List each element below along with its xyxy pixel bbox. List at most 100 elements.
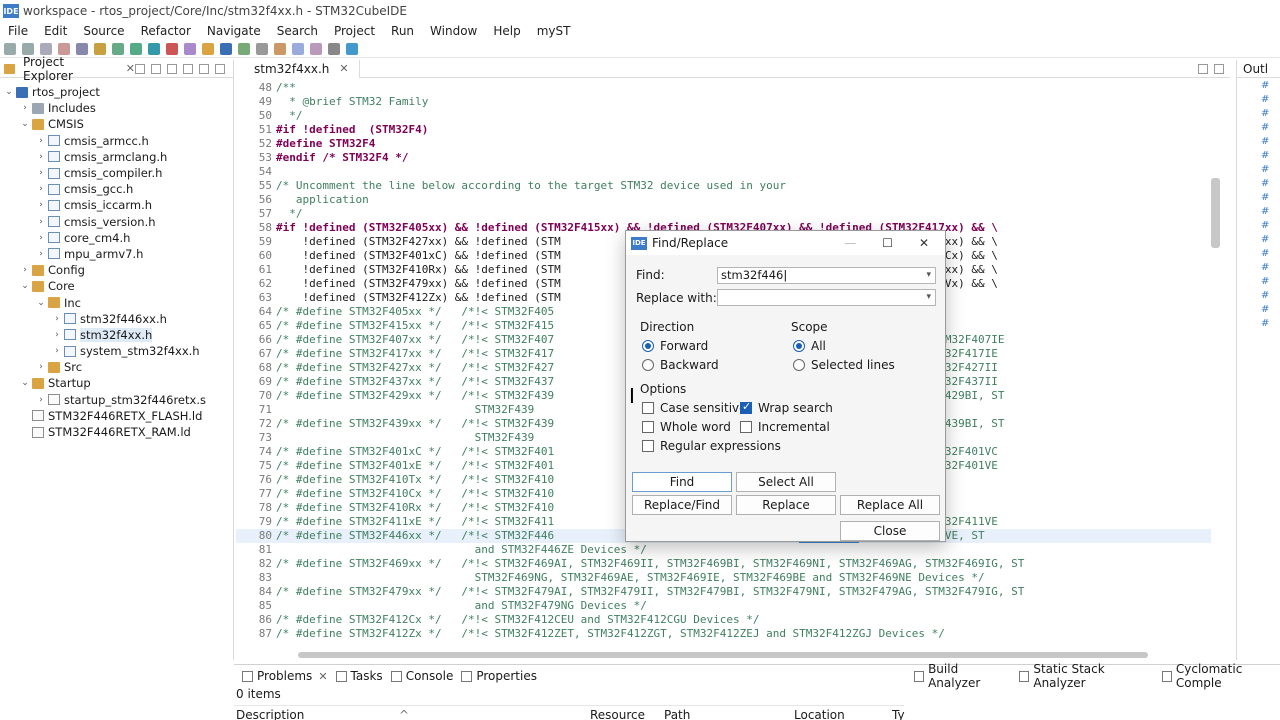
toolbar-button-icon[interactable] xyxy=(148,42,160,55)
toolbar-button-icon[interactable] xyxy=(238,42,250,55)
outline-item-icon[interactable]: # xyxy=(1237,218,1280,232)
chevron-right-icon[interactable]: › xyxy=(36,200,46,210)
column-type[interactable]: Ty xyxy=(892,708,905,720)
chevron-right-icon[interactable]: › xyxy=(36,395,46,405)
menu-run[interactable]: Run xyxy=(391,24,414,38)
outline-item-icon[interactable]: # xyxy=(1237,246,1280,260)
toolbar-button-icon[interactable] xyxy=(202,42,214,55)
chevron-right-icon[interactable]: › xyxy=(36,184,46,194)
toolbar-button-icon[interactable] xyxy=(58,42,70,55)
close-button[interactable]: Close xyxy=(840,521,940,541)
chevron-down-icon[interactable]: ⌄ xyxy=(20,281,30,291)
chevron-right-icon[interactable]: › xyxy=(36,136,46,146)
tree-item[interactable]: › Includes xyxy=(0,100,233,116)
outline-item-icon[interactable]: # xyxy=(1237,162,1280,176)
regex-checkbox[interactable]: Regular expressions xyxy=(642,439,781,453)
code-line[interactable]: 48 /** xyxy=(236,81,1211,95)
tab-tasks[interactable]: Tasks xyxy=(335,669,383,683)
maximize-icon[interactable]: ☐ xyxy=(882,236,893,250)
vertical-scrollbar[interactable] xyxy=(1211,178,1220,248)
toolbar-button-icon[interactable] xyxy=(76,42,88,55)
code-line[interactable]: 81 and STM32F446ZE Devices */ xyxy=(236,543,1211,557)
filter-icon[interactable] xyxy=(167,63,178,74)
menu-navigate[interactable]: Navigate xyxy=(207,24,261,38)
toolbar-button-icon[interactable] xyxy=(112,42,124,55)
minimize-icon[interactable] xyxy=(199,63,210,74)
outline-item-icon[interactable]: # xyxy=(1237,204,1280,218)
toolbar-button-icon[interactable] xyxy=(220,42,232,55)
code-line[interactable]: 84 /* #define STM32F479xx */ /*!< STM32F4… xyxy=(236,585,1211,599)
toolbar-button-icon[interactable] xyxy=(256,42,268,55)
tree-item[interactable]: ⌄ rtos_project xyxy=(0,84,233,100)
code-line[interactable]: 83 STM32F469NG, STM32F469AE, STM32F469IE… xyxy=(236,571,1211,585)
backward-radio[interactable]: Backward xyxy=(642,358,719,372)
whole-word-checkbox[interactable]: Whole word xyxy=(642,420,731,434)
tree-item[interactable]: › system_stm32f4xx.h xyxy=(0,343,233,359)
outline-item-icon[interactable]: # xyxy=(1237,176,1280,190)
chevron-down-icon[interactable]: ⌄ xyxy=(20,378,30,388)
find-button[interactable]: Find xyxy=(632,472,732,492)
code-line[interactable]: 54 xyxy=(236,165,1211,179)
outline-item-icon[interactable]: # xyxy=(1237,78,1280,92)
tree-item[interactable]: › cmsis_gcc.h xyxy=(0,181,233,197)
outline-item-icon[interactable]: # xyxy=(1237,148,1280,162)
replace-all-button[interactable]: Replace All xyxy=(840,495,940,515)
toolbar-button-icon[interactable] xyxy=(292,42,304,55)
tree-item[interactable]: › startup_stm32f446retx.s xyxy=(0,392,233,408)
chevron-down-icon[interactable]: ⌄ xyxy=(4,87,14,97)
link-editor-icon[interactable] xyxy=(151,63,162,74)
tree-item[interactable]: STM32F446RETX_RAM.ld xyxy=(0,424,233,440)
tab-problems[interactable]: Problems ✕ xyxy=(242,669,328,683)
code-line[interactable]: 52 #define STM32F4 xyxy=(236,137,1211,151)
outline-item-icon[interactable]: # xyxy=(1237,232,1280,246)
column-location[interactable]: Location xyxy=(794,708,845,720)
outline-item-icon[interactable]: # xyxy=(1237,288,1280,302)
incremental-checkbox[interactable]: Incremental xyxy=(740,420,830,434)
chevron-right-icon[interactable]: › xyxy=(52,314,62,324)
tab-build-0[interactable]: Build Analyzer xyxy=(914,662,1005,690)
tab-properties[interactable]: Properties xyxy=(461,669,537,683)
menu-myst[interactable]: myST xyxy=(537,24,571,38)
code-line[interactable]: 57 */ xyxy=(236,207,1211,221)
column-path[interactable]: Path xyxy=(664,708,690,720)
close-icon[interactable]: ✕ xyxy=(126,62,135,75)
outline-item-icon[interactable]: # xyxy=(1237,316,1280,330)
case-sensitive-checkbox[interactable]: Case sensitive xyxy=(642,401,747,415)
outline-item-icon[interactable]: # xyxy=(1237,274,1280,288)
toolbar-button-icon[interactable] xyxy=(94,42,106,55)
tab-build-2[interactable]: Cyclomatic Comple xyxy=(1161,662,1280,690)
toolbar-button-icon[interactable] xyxy=(274,42,286,55)
close-icon[interactable]: ✕ xyxy=(318,670,327,683)
outline-item-icon[interactable]: # xyxy=(1237,92,1280,106)
menu-refactor[interactable]: Refactor xyxy=(141,24,191,38)
outline-item-icon[interactable]: # xyxy=(1237,302,1280,316)
toolbar-button-icon[interactable] xyxy=(184,42,196,55)
chevron-right-icon[interactable]: › xyxy=(36,168,46,178)
chevron-right-icon[interactable]: › xyxy=(36,233,46,243)
menu-edit[interactable]: Edit xyxy=(44,24,67,38)
scope-selected-lines-radio[interactable]: Selected lines xyxy=(793,358,895,372)
tree-item[interactable]: ⌄ Core xyxy=(0,278,233,294)
tree-item[interactable]: › cmsis_compiler.h xyxy=(0,165,233,181)
tree-item[interactable]: › Src xyxy=(0,359,233,375)
toolbar-button-icon[interactable] xyxy=(22,42,34,55)
tree-item[interactable]: › cmsis_armclang.h xyxy=(0,149,233,165)
code-line[interactable]: 82 /* #define STM32F469xx */ /*!< STM32F4… xyxy=(236,557,1211,571)
menu-source[interactable]: Source xyxy=(83,24,124,38)
collapse-all-icon[interactable] xyxy=(135,63,146,74)
outline-item-icon[interactable]: # xyxy=(1237,106,1280,120)
chevron-down-icon[interactable]: ⌄ xyxy=(20,119,30,129)
chevron-right-icon[interactable]: › xyxy=(20,265,30,275)
maximize-icon[interactable] xyxy=(1214,63,1224,74)
toolbar-button-icon[interactable] xyxy=(40,42,52,55)
toolbar-button-icon[interactable] xyxy=(328,42,340,55)
replace-input[interactable]: ▾ xyxy=(717,289,936,306)
project-explorer-tab[interactable]: Project Explorer xyxy=(23,55,118,83)
tree-item[interactable]: › mpu_armv7.h xyxy=(0,246,233,262)
outline-item-icon[interactable]: # xyxy=(1237,134,1280,148)
outline-item-icon[interactable]: # xyxy=(1237,120,1280,134)
chevron-down-icon[interactable]: ▾ xyxy=(926,268,931,283)
view-menu-icon[interactable] xyxy=(183,63,194,74)
toolbar-button-icon[interactable] xyxy=(310,42,322,55)
code-line[interactable]: 49 * @brief STM32 Family xyxy=(236,95,1211,109)
